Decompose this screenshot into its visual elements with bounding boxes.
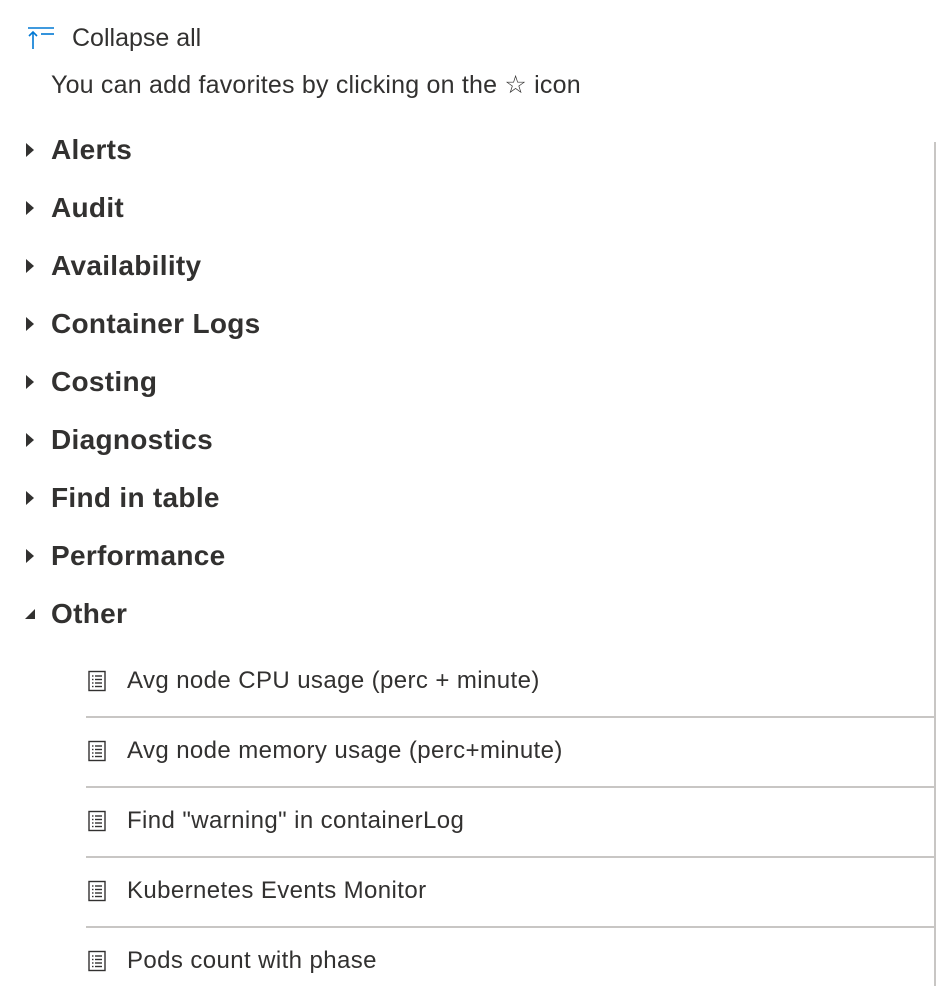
group-other[interactable]: Other — [20, 592, 127, 636]
group-label: Performance — [51, 540, 226, 571]
caret-right-icon — [20, 430, 40, 450]
group-label: Other — [51, 598, 128, 629]
group-container-logs[interactable]: Container Logs — [20, 302, 261, 346]
group-find-in-table[interactable]: Find in table — [20, 476, 220, 520]
caret-right-icon — [20, 140, 40, 160]
query-label: Find "warning" in containerLog — [127, 807, 465, 834]
query-label: Kubernetes Events Monitor — [127, 877, 427, 904]
caret-right-icon — [20, 488, 40, 508]
query-item-kubernetes-events[interactable]: Kubernetes Events Monitor — [86, 856, 934, 928]
group-availability[interactable]: Availability — [20, 244, 201, 288]
group-costing[interactable]: Costing — [20, 360, 157, 404]
caret-right-icon — [20, 546, 40, 566]
caret-right-icon — [20, 256, 40, 276]
group-label: Alerts — [51, 134, 133, 165]
document-list-icon — [86, 669, 108, 693]
favorites-hint: You can add favorites by clicking on the… — [51, 71, 581, 99]
collapse-all-label: Collapse all — [72, 23, 202, 52]
scrollbar[interactable] — [934, 142, 936, 986]
query-label: Pods count with phase — [127, 947, 377, 974]
caret-right-icon — [20, 314, 40, 334]
group-label: Diagnostics — [51, 424, 214, 455]
group-label: Costing — [51, 366, 158, 397]
collapse-all-button[interactable]: Collapse all — [26, 18, 201, 58]
query-label: Avg node CPU usage (perc + minute) — [127, 667, 540, 694]
group-label: Availability — [51, 250, 202, 281]
document-list-icon — [86, 949, 108, 973]
group-diagnostics[interactable]: Diagnostics — [20, 418, 213, 462]
query-item-avg-node-memory[interactable]: Avg node memory usage (perc+minute) — [86, 716, 934, 788]
query-item-avg-node-cpu[interactable]: Avg node CPU usage (perc + minute) — [86, 646, 934, 718]
caret-right-icon — [20, 372, 40, 392]
document-list-icon — [86, 739, 108, 763]
document-list-icon — [86, 809, 108, 833]
group-label: Find in table — [51, 482, 220, 513]
caret-down-icon — [20, 604, 40, 624]
group-performance[interactable]: Performance — [20, 534, 226, 578]
collapse-all-icon — [26, 22, 58, 54]
query-item-find-warning[interactable]: Find "warning" in containerLog — [86, 786, 934, 858]
group-label: Audit — [51, 192, 125, 223]
group-alerts[interactable]: Alerts — [20, 128, 132, 172]
caret-right-icon — [20, 198, 40, 218]
document-list-icon — [86, 879, 108, 903]
query-label: Avg node memory usage (perc+minute) — [127, 737, 563, 764]
group-audit[interactable]: Audit — [20, 186, 124, 230]
group-label: Container Logs — [51, 308, 261, 339]
